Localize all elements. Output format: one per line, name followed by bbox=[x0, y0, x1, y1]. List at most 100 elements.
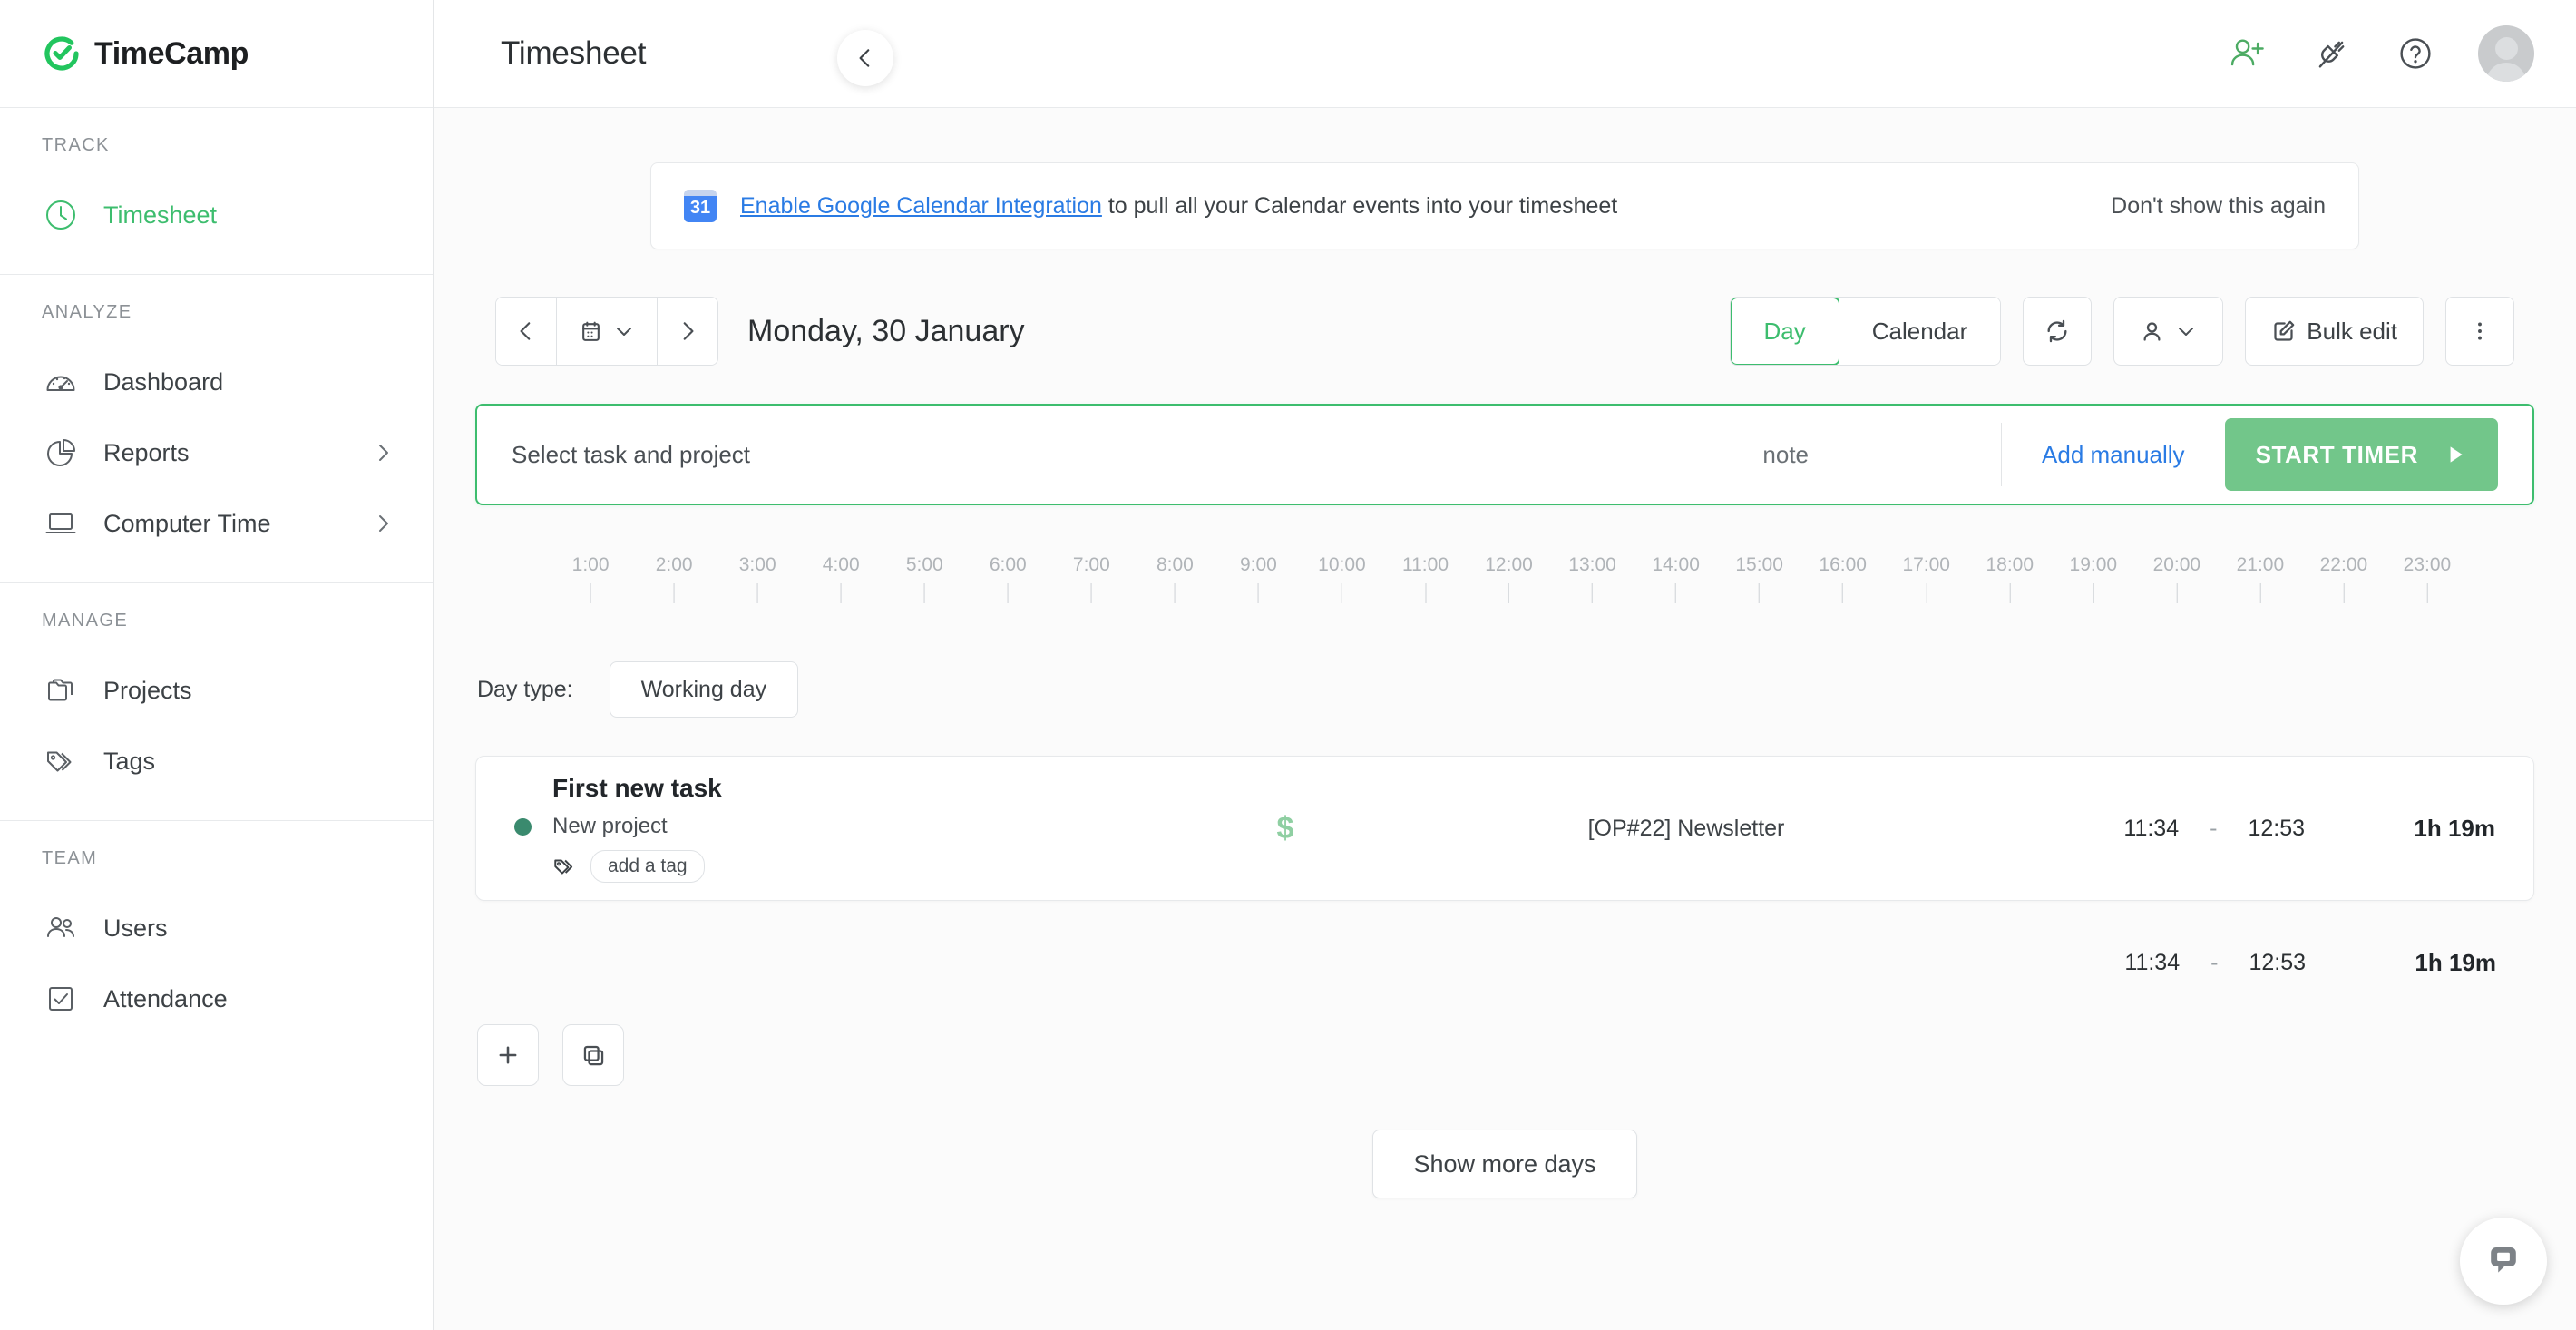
sidebar-item-tags[interactable]: Tags bbox=[0, 726, 433, 797]
more-options-button[interactable] bbox=[2445, 297, 2514, 366]
hour-tick-label: 10:00 bbox=[1318, 554, 1366, 575]
sidebar-item-reports[interactable]: Reports bbox=[0, 417, 433, 488]
entry-main-info: First new task New project add a tag bbox=[514, 774, 1204, 883]
time-range-dash: - bbox=[2210, 815, 2218, 841]
entry-note[interactable]: [OP#22] Newsletter bbox=[1367, 816, 2005, 842]
hour-ruler: 1:00 2:00 3:00 4:00 5:00 6:00 7:00 8:00 9:00 10:0… bbox=[475, 554, 2534, 618]
date-picker-button[interactable] bbox=[556, 298, 658, 365]
previous-day-button[interactable] bbox=[496, 298, 556, 365]
plug-disconnected-icon[interactable] bbox=[2309, 32, 2353, 75]
hour-tick-label: 6:00 bbox=[989, 554, 1027, 575]
hour-tick-mark bbox=[2009, 583, 2011, 603]
duplicate-entry-button[interactable] bbox=[562, 1024, 624, 1086]
entry-duration[interactable]: 1h 19m bbox=[2305, 815, 2495, 843]
bulk-edit-button[interactable]: Bulk edit bbox=[2245, 297, 2424, 366]
sidebar-item-computer-time[interactable]: Computer Time bbox=[0, 488, 433, 559]
time-entry-row[interactable]: First new task New project add a tag $ [… bbox=[475, 756, 2534, 901]
hour-tick-label: 8:00 bbox=[1156, 554, 1194, 575]
hour-tick-mark bbox=[756, 583, 758, 603]
avatar-head bbox=[2494, 37, 2518, 60]
hour-tick-label: 11:00 bbox=[1402, 554, 1449, 575]
billable-toggle[interactable]: $ bbox=[1204, 811, 1367, 846]
sidebar-section-team: TEAM Users Attendance bbox=[0, 821, 433, 1058]
add-entry-button[interactable] bbox=[477, 1024, 539, 1086]
sidebar-item-users[interactable]: Users bbox=[0, 893, 433, 963]
hour-tick-label: 17:00 bbox=[1902, 554, 1950, 575]
task-project-select[interactable]: Select task and project bbox=[512, 441, 750, 469]
brand-logo[interactable]: TimeCamp bbox=[0, 0, 433, 108]
sidebar-item-label: Dashboard bbox=[103, 367, 224, 396]
entry-task-title[interactable]: First new task bbox=[552, 774, 1204, 803]
tag-icon bbox=[554, 859, 573, 875]
hour-tick: 6:00 bbox=[990, 554, 1027, 603]
show-more-days-label: Show more days bbox=[1413, 1149, 1596, 1178]
help-circle-icon[interactable] bbox=[2394, 32, 2437, 75]
entry-project-name[interactable]: New project bbox=[552, 814, 668, 839]
day-type-selector[interactable]: Working day bbox=[609, 661, 799, 718]
next-day-button[interactable] bbox=[658, 298, 717, 365]
sidebar-item-dashboard[interactable]: Dashboard bbox=[0, 347, 433, 417]
hour-tick-label: 21:00 bbox=[2236, 554, 2285, 575]
duplicate-icon bbox=[583, 1045, 603, 1065]
gauge-icon bbox=[42, 363, 80, 401]
chevron-down-icon bbox=[616, 328, 631, 336]
add-tag-button[interactable]: add a tag bbox=[590, 850, 705, 883]
hour-tick: 9:00 bbox=[1240, 554, 1277, 603]
hour-tick: 8:00 bbox=[1156, 554, 1194, 603]
sidebar-section-analyze: ANALYZE Dashboard Reports Computer Time bbox=[0, 275, 433, 583]
hour-tick: 20:00 bbox=[2153, 554, 2200, 603]
chat-widget-button[interactable] bbox=[2460, 1218, 2547, 1305]
hour-tick: 10:00 bbox=[1318, 554, 1366, 603]
sidebar-item-projects[interactable]: Projects bbox=[0, 655, 433, 726]
content-area: 31 Enable Google Calendar Integration to… bbox=[434, 108, 2576, 1330]
section-label-analyze: ANALYZE bbox=[42, 302, 132, 322]
hour-tick-mark bbox=[1007, 583, 1009, 603]
timer-bar: Select task and project note Add manuall… bbox=[475, 404, 2534, 505]
tab-day[interactable]: Day bbox=[1730, 298, 1840, 365]
enable-gcal-link[interactable]: Enable Google Calendar Integration bbox=[740, 193, 1102, 219]
start-timer-label: START TIMER bbox=[2255, 440, 2418, 468]
hour-tick-mark bbox=[1842, 583, 1844, 603]
pie-chart-icon bbox=[42, 434, 80, 472]
sidebar-item-attendance[interactable]: Attendance bbox=[0, 963, 433, 1034]
timecamp-logo-icon bbox=[42, 34, 82, 73]
hour-tick-label: 16:00 bbox=[1819, 554, 1867, 575]
hour-tick-mark bbox=[1926, 583, 1927, 603]
time-range-dash: - bbox=[2210, 949, 2219, 975]
hour-tick: 2:00 bbox=[656, 554, 693, 603]
hour-tick: 18:00 bbox=[1986, 554, 2034, 603]
collapse-sidebar-button[interactable] bbox=[837, 30, 893, 86]
hour-tick: 3:00 bbox=[739, 554, 776, 603]
play-icon bbox=[2450, 446, 2463, 463]
timer-note-input[interactable]: note bbox=[1762, 441, 1809, 469]
hour-tick-label: 19:00 bbox=[2069, 554, 2118, 575]
topbar-actions bbox=[2225, 25, 2534, 82]
bulk-edit-label: Bulk edit bbox=[2307, 317, 2397, 345]
hour-tick-label: 5:00 bbox=[905, 554, 943, 575]
dismiss-banner-button[interactable]: Don't show this again bbox=[2111, 193, 2326, 220]
tab-calendar[interactable]: Calendar bbox=[1839, 298, 2001, 365]
main-area: Timesheet 31 Enable Google Calendar Inte… bbox=[434, 0, 2576, 1330]
entry-start-time[interactable]: 11:34 bbox=[2123, 816, 2179, 842]
day-type-row: Day type: Working day bbox=[475, 661, 2534, 718]
checkbox-icon bbox=[42, 980, 80, 1018]
hour-tick-mark bbox=[590, 583, 591, 603]
refresh-button[interactable] bbox=[2023, 297, 2093, 366]
date-toolbar: Monday, 30 January Day Calendar Bulk edi… bbox=[475, 297, 2534, 366]
sidebar-item-timesheet[interactable]: Timesheet bbox=[0, 180, 433, 250]
hour-tick-mark bbox=[2176, 583, 2178, 603]
person-filter-button[interactable] bbox=[2113, 297, 2224, 366]
avatar[interactable] bbox=[2478, 25, 2534, 82]
show-more-days-button[interactable]: Show more days bbox=[1372, 1130, 1637, 1198]
chat-bubble-icon bbox=[2491, 1247, 2516, 1273]
page-title: Timesheet bbox=[501, 35, 647, 71]
start-timer-button[interactable]: START TIMER bbox=[2224, 418, 2498, 491]
entry-end-time[interactable]: 12:53 bbox=[2248, 816, 2305, 842]
add-user-icon[interactable] bbox=[2225, 32, 2269, 75]
hour-tick-mark bbox=[840, 583, 842, 603]
top-bar: Timesheet bbox=[434, 0, 2576, 108]
hour-tick: 13:00 bbox=[1568, 554, 1616, 603]
section-label-manage: MANAGE bbox=[42, 611, 129, 631]
add-manually-link[interactable]: Add manually bbox=[2042, 441, 2185, 469]
users-icon bbox=[42, 909, 80, 947]
